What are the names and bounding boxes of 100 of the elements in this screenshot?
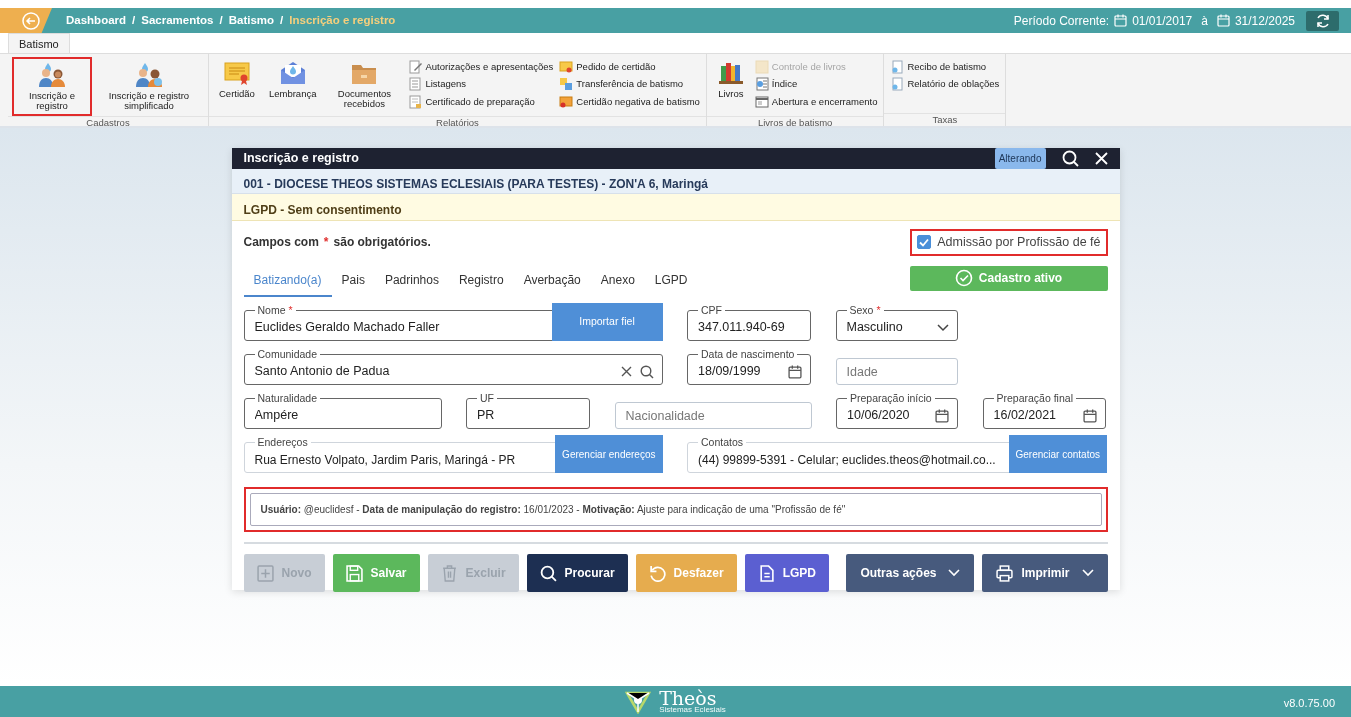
input-field[interactable]: Nome * Euclides Geraldo Machado Faller Importar fiel [243,305,663,341]
field-value[interactable]: 16/02/2021 [993,406,1083,425]
field-value[interactable]: PR [477,406,589,425]
required-mark: * [876,305,881,315]
plus-square-icon [256,564,274,582]
check-circle-icon [954,269,973,288]
search-icon [639,364,654,379]
index-icon [754,77,769,92]
form-tab[interactable]: Registro [448,267,514,297]
field-value[interactable]: 347.011.940-69 [698,318,810,337]
ribbon-button[interactable]: Certidão [213,57,261,116]
required-mark: * [288,305,293,315]
input-field[interactable]: Endereços Rua Ernesto Volpato, Jardim Paris, Maringá - PR Gerenciar endereços [243,437,663,473]
field-value[interactable]: 10/06/2020 [847,406,935,425]
close-icon[interactable] [1094,152,1108,165]
receipt-icon [890,60,905,75]
form-tab[interactable]: Padrinhos [374,267,449,297]
action-button[interactable]: Outras ações [846,554,975,592]
ribbon-button[interactable]: Documentos recebidos [324,57,405,116]
field-label: Naturalidade [257,393,318,403]
status-badge: Alterando [994,148,1046,169]
input-field[interactable]: Contatos (44) 99899-5391 - Celular; euclides.theos@hotmail.co... Gerenciar contatos [687,437,1107,473]
form-tab[interactable]: Pais [331,267,375,297]
action-button[interactable]: LGPD [744,554,829,592]
input-field[interactable]: Naturalidade Ampére [243,393,442,429]
document-pencil-icon [408,60,423,75]
version-label: v8.0.75.00 [1283,696,1335,711]
search-icon[interactable] [1061,150,1079,167]
window-icon [754,94,769,109]
form-tab[interactable]: Batizando(a) [243,267,332,297]
field-label: Comunidade [257,349,318,359]
period-label: Período Corrente: [1013,12,1110,30]
form-tab[interactable]: Averbação [513,267,591,297]
form-tab[interactable]: LGPD [644,267,698,297]
ribbon-menu-item[interactable]: Autorizações e apresentações [406,59,556,76]
ribbon-menu-item[interactable]: Transferência de batismo [557,76,702,93]
breadcrumb-separator: / [132,12,136,28]
ribbon-button[interactable]: Livros [710,57,751,116]
field-label: UF [480,393,494,403]
ribbon-group-title: Taxas [884,113,1006,126]
field-label: Data de nascimento [701,349,795,359]
required-mark: * [323,234,329,251]
required-note: são obrigatórios. [333,234,431,251]
ribbon-menu-item[interactable]: Índice [752,76,880,93]
checkbox-label[interactable]: Admissão por Profissão de fé [937,233,1101,252]
field-value[interactable]: Rua Ernesto Volpato, Jardim Paris, Maringá - PR [254,450,550,469]
field-value[interactable]: Euclides Geraldo Machado Faller [254,318,546,337]
breadcrumb-separator: / [219,12,223,28]
chevron-down-icon [936,323,949,332]
date-field[interactable]: Data de nascimento 18/09/1999 [687,349,811,385]
field-value[interactable]: Ampére [254,406,441,425]
field-label: Endereços [257,437,308,447]
calendar-icon [1216,14,1230,27]
envelope-icon [278,60,307,86]
field-value[interactable]: (44) 99899-5391 - Celular; euclides.theos@hotmail.co... [698,450,1003,469]
checkmark-icon [919,237,930,247]
field-label: Sexo [849,305,874,315]
field-value[interactable]: Santo Antonio de Padua [254,362,621,381]
field-label: Preparação final [996,393,1073,403]
calendar-icon [1114,14,1128,27]
undo-icon [648,564,666,582]
certificate-icon [222,60,251,86]
trash-icon [440,564,458,582]
ribbon-tab[interactable]: Batismo [8,33,70,53]
search-icon [539,564,557,582]
ribbon-menu-item[interactable]: Relatório de oblações [888,76,1002,93]
field-value[interactable]: Masculino [846,318,937,337]
date-field[interactable]: Preparação final 16/02/2021 [982,393,1106,429]
ribbon-menu-item[interactable]: Listagens [406,76,556,93]
field-value[interactable]: 18/09/1999 [698,362,788,381]
ribbon-menu-item[interactable]: Pedido de certidão [557,59,702,76]
dialog-title: Inscrição e registro [243,150,359,168]
document-list-icon [408,77,423,92]
field-label: Nome [257,305,286,315]
field-label: CPF [701,305,722,315]
input-field[interactable]: Idade [835,358,958,385]
input-field[interactable]: UF PR [466,393,590,429]
date-field[interactable]: Preparação início 10/06/2020 [836,393,958,429]
input-field[interactable]: CPF 347.011.940-69 [687,305,811,341]
calendar-icon [1082,408,1097,423]
form-tab[interactable]: Anexo [590,267,645,297]
receipt-icon [890,77,905,92]
input-field[interactable]: Nacionalidade [614,402,812,429]
ribbon-menu-item[interactable]: Certificado de preparação [406,93,556,110]
breadcrumb-current: Inscrição e registro [289,12,396,28]
logo-tagline: Sistemas Eclesiais [659,705,726,714]
ribbon-button[interactable]: Inscrição e registro [12,57,92,116]
logo-text: Theòs [659,689,717,706]
ribbon-button[interactable]: Inscrição e registro simplificado [94,57,204,116]
input-field[interactable]: Comunidade Santo Antonio de Padua [243,349,663,385]
action-button[interactable]: Imprimir [982,554,1108,592]
ribbon-menu-item[interactable]: Certidão negativa de batismo [557,93,702,110]
select-field[interactable]: Sexo * Masculino [835,305,958,341]
refresh-button[interactable] [1306,10,1339,31]
document-icon [757,564,775,582]
ribbon-button[interactable]: Lembrança [262,57,323,116]
ribbon-menu-item[interactable]: Abertura e encerramento [752,93,880,110]
checkbox[interactable] [917,235,932,250]
action-button[interactable]: Procurar [526,554,628,592]
ribbon-menu-item[interactable]: Recibo de batismo [888,59,1002,76]
